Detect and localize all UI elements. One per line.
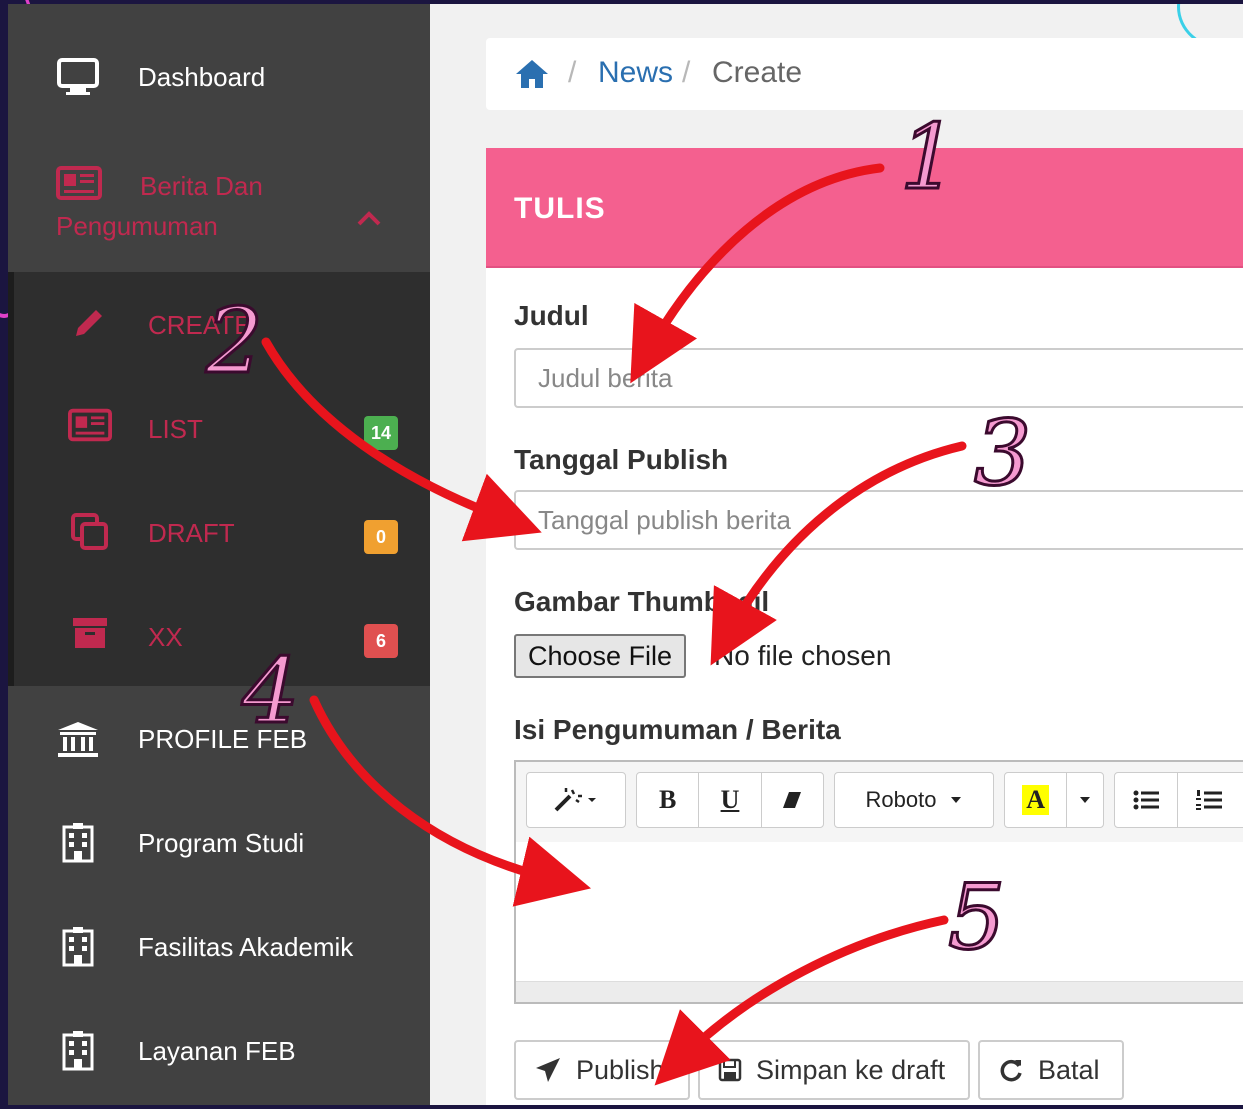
sidebar-item-label: Berita Dan Pengumuman	[56, 171, 263, 241]
sidebar-subitem-draft[interactable]: DRAFT 0	[14, 482, 430, 582]
breadcrumb-current: Create	[712, 56, 803, 89]
sidebar-subitem-xx[interactable]: XX 6	[14, 586, 430, 686]
caret-down-icon	[951, 797, 962, 803]
count-badge: 14	[364, 416, 398, 450]
paper-plane-icon	[536, 1058, 560, 1082]
breadcrumb-separator: /	[568, 56, 577, 89]
color-group: A	[1004, 772, 1104, 828]
bold-button[interactable]: B	[637, 773, 700, 827]
refresh-icon	[1000, 1059, 1022, 1082]
editor-toolbar: B U Roboto A	[516, 762, 1243, 843]
sidebar-subitem-label: XX	[148, 622, 183, 652]
building-icon	[56, 927, 100, 967]
copy-icon	[68, 512, 112, 552]
highlight-color-icon: A	[1022, 785, 1050, 815]
sidebar-submenu: CREATE LIST 14 DRAFT 0 XX 6	[8, 272, 430, 686]
home-icon[interactable]	[514, 58, 550, 98]
magic-wand-icon	[554, 788, 596, 812]
card-header: TULIS	[486, 148, 1243, 268]
font-family-dropdown[interactable]: Roboto	[835, 773, 993, 827]
building-icon	[56, 1031, 100, 1071]
tanggal-publish-input[interactable]	[514, 490, 1243, 550]
judul-label: Judul	[514, 300, 589, 331]
save-draft-button[interactable]: Simpan ke draft	[698, 1040, 970, 1100]
sidebar-subitem-list[interactable]: LIST 14	[14, 378, 430, 478]
sidebar-subitem-label: LIST	[148, 414, 203, 444]
building-icon	[56, 823, 100, 863]
count-badge: 0	[364, 520, 398, 554]
pencil-icon	[68, 304, 112, 340]
judul-input[interactable]	[514, 348, 1243, 408]
font-name: Roboto	[865, 787, 937, 812]
sidebar-item-dashboard[interactable]: Dashboard	[8, 52, 430, 102]
breadcrumb: / News / Create	[486, 38, 1243, 110]
list-group	[1114, 772, 1243, 828]
magic-style-dropdown[interactable]	[527, 773, 625, 827]
newspaper-icon	[68, 408, 112, 442]
sidebar-subitem-label: DRAFT	[148, 518, 235, 548]
breadcrumb-separator: /	[682, 56, 691, 89]
caret-down-icon	[1080, 797, 1091, 803]
form-card: TULIS Judul Tanggal Publish Gambar Thumb…	[486, 148, 1243, 1105]
bank-icon	[56, 720, 100, 758]
sidebar-item-berita[interactable]: Berita Dan Pengumuman	[8, 144, 430, 272]
rich-text-editor: B U Roboto A	[514, 760, 1243, 1004]
sidebar-item-fasilitas-akademik[interactable]: Fasilitas Akademik	[8, 922, 430, 972]
publish-label: Publish	[576, 1054, 665, 1085]
eraser-icon	[783, 792, 802, 808]
sidebar-item-label: PROFILE FEB	[138, 723, 308, 754]
chevron-up-icon	[356, 210, 382, 231]
choose-file-button[interactable]: Choose File	[514, 634, 687, 678]
list-ol-icon	[1196, 790, 1222, 810]
cancel-label: Batal	[1038, 1054, 1100, 1085]
editor-content-area[interactable]	[516, 842, 1243, 982]
sidebar-item-label: Fasilitas Akademik	[138, 931, 354, 962]
editor-resize-bar[interactable]	[516, 981, 1243, 1002]
isi-label: Isi Pengumuman / Berita	[514, 714, 841, 745]
app-window: Dashboard Berita Dan Pengumuman CREATE L…	[8, 4, 1243, 1105]
publish-button[interactable]: Publish	[514, 1040, 690, 1100]
ordered-list-button[interactable]	[1178, 773, 1240, 827]
text-color-button[interactable]: A	[1005, 773, 1068, 827]
format-group: B U	[636, 772, 824, 828]
font-group: Roboto	[834, 772, 994, 828]
underline-button[interactable]: U	[699, 773, 762, 827]
color-dropdown[interactable]	[1067, 773, 1103, 827]
sidebar: Dashboard Berita Dan Pengumuman CREATE L…	[8, 4, 430, 1105]
count-badge: 6	[364, 624, 398, 658]
gambar-label: Gambar Thumbnail	[514, 586, 770, 617]
save-draft-label: Simpan ke draft	[756, 1054, 946, 1085]
list-ul-icon	[1133, 790, 1159, 810]
sidebar-item-label: Dashboard	[138, 61, 266, 92]
sidebar-item-label: Program Studi	[138, 827, 305, 858]
cancel-button[interactable]: Batal	[978, 1040, 1124, 1100]
sidebar-item-program-studi[interactable]: Program Studi	[8, 818, 430, 868]
floppy-disk-icon	[718, 1058, 742, 1082]
sidebar-subitem-label: CREATE	[148, 310, 252, 340]
sidebar-subitem-create[interactable]: CREATE	[14, 274, 430, 374]
card-title: TULIS	[514, 192, 606, 225]
tanggal-label: Tanggal Publish	[514, 444, 729, 475]
sidebar-item-layanan-feb[interactable]: Layanan FEB	[8, 1026, 430, 1076]
archive-icon	[68, 616, 112, 650]
breadcrumb-link-news[interactable]: News	[598, 56, 673, 90]
monitor-icon	[56, 57, 100, 97]
sidebar-item-profile-feb[interactable]: PROFILE FEB	[8, 714, 430, 764]
sidebar-item-label: Layanan FEB	[138, 1035, 296, 1066]
style-group	[526, 772, 626, 828]
eraser-button[interactable]	[762, 773, 823, 827]
file-status: No file chosen	[714, 640, 892, 671]
unordered-list-button[interactable]	[1115, 773, 1178, 827]
